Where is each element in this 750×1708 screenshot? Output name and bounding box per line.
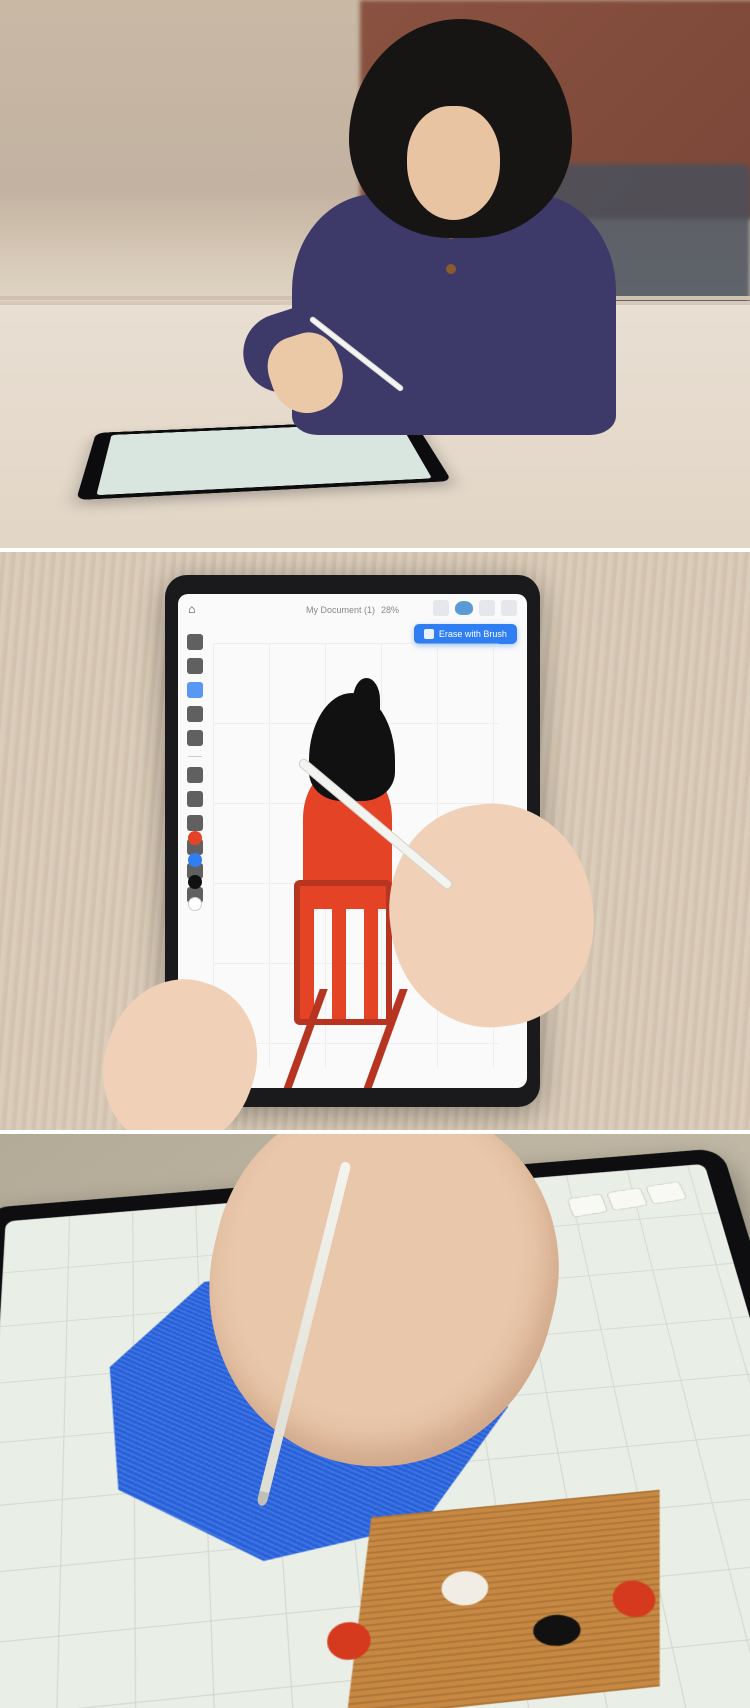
- photo-panel-tablet-topdown: ⌂ My Document (1) 28% Erase with Brush: [0, 552, 750, 1130]
- move-tool-icon[interactable]: [187, 634, 203, 650]
- artwork-chair: [294, 880, 392, 1025]
- primary-action-label: Erase with Brush: [439, 629, 507, 639]
- undo-icon[interactable]: [433, 600, 449, 616]
- tool-separator: [188, 756, 202, 757]
- swatch-white[interactable]: [188, 897, 202, 911]
- document-title: My Document (1): [306, 605, 375, 615]
- swatch-blue[interactable]: [188, 853, 202, 867]
- swatch-black[interactable]: [188, 875, 202, 889]
- text-tool-icon[interactable]: [187, 791, 203, 807]
- home-icon[interactable]: ⌂: [188, 602, 195, 616]
- topbar-right-icons: [433, 600, 517, 616]
- zoom-label: 28%: [381, 605, 399, 615]
- pen-tool-icon[interactable]: [187, 706, 203, 722]
- cloud-icon[interactable]: [455, 601, 473, 615]
- select-tool-icon[interactable]: [187, 658, 203, 674]
- primary-action-pill[interactable]: Erase with Brush: [414, 624, 517, 644]
- color-swatch-dock: [184, 831, 206, 911]
- person-face: [407, 106, 501, 220]
- crop-tool-icon[interactable]: [187, 815, 203, 831]
- settings-icon[interactable]: [501, 600, 517, 616]
- person-drawing: [270, 27, 630, 465]
- app-topbar: ⌂ My Document (1) 28%: [178, 594, 527, 626]
- person-right-arm: [426, 311, 596, 393]
- photo-panel-artist-at-desk: [0, 0, 750, 548]
- tablet-device: ⌂ My Document (1) 28% Erase with Brush: [165, 575, 540, 1107]
- eraser-tool-icon[interactable]: [187, 730, 203, 746]
- brush-tool-icon[interactable]: [187, 682, 203, 698]
- photo-panel-closeup: [0, 1134, 750, 1708]
- swatch-red[interactable]: [188, 831, 202, 845]
- shape-tool-icon[interactable]: [187, 767, 203, 783]
- artwork-hat: [353, 678, 380, 721]
- brush-icon: [424, 629, 434, 639]
- share-icon[interactable]: [479, 600, 495, 616]
